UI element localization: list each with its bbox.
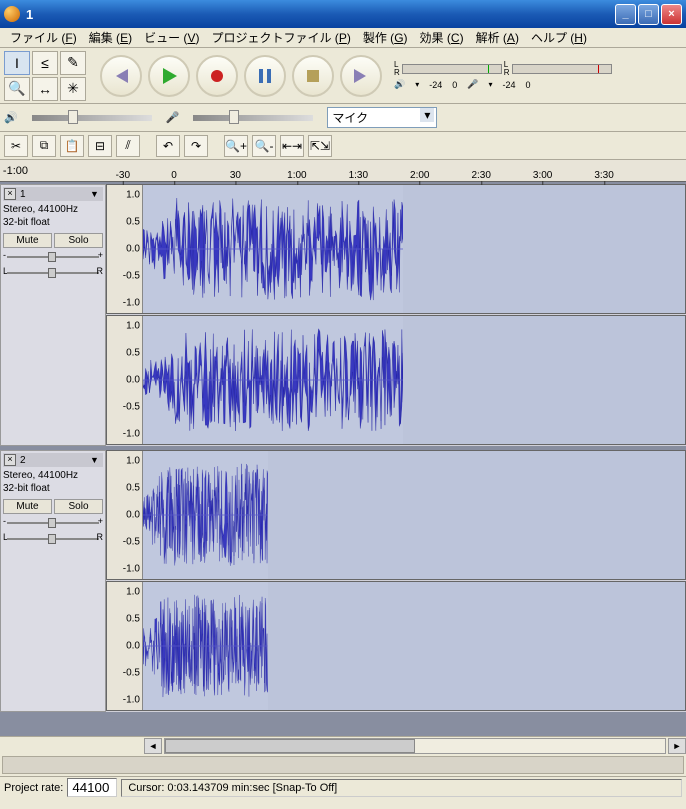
selection-bar[interactable] bbox=[2, 756, 684, 774]
stop-button[interactable] bbox=[292, 55, 334, 97]
titlebar: 1 _ □ × bbox=[0, 0, 686, 28]
channel-right: 1.00.5 0.0-0.5 -1.0 bbox=[106, 581, 686, 711]
track-info: Stereo, 44100Hz 32-bit float bbox=[3, 467, 103, 497]
main-toolbar: I ≤ ✎ 🔍 ↔ ✳ LR LR 🔊 ▾ -24 0 🎤 ▾ -24 0 bbox=[0, 48, 686, 104]
channel-left: 1.00.5 0.0-0.5 -1.0 bbox=[106, 184, 686, 314]
meters: LR LR 🔊 ▾ -24 0 🎤 ▾ -24 0 bbox=[394, 61, 682, 90]
solo-button[interactable]: Solo bbox=[54, 233, 103, 248]
close-button[interactable]: × bbox=[661, 4, 682, 25]
menubar: ファイル (F) 編集 (E) ビュー (V) プロジェクトファイル (P) 製… bbox=[0, 28, 686, 48]
mic-icon: 🎤 bbox=[467, 79, 478, 90]
track-name[interactable]: 2 bbox=[18, 455, 88, 466]
zoom-in-button[interactable]: 🔍+ bbox=[224, 135, 248, 157]
track-row: × 1 ▼ Stereo, 44100Hz 32-bit float Mute … bbox=[0, 184, 686, 446]
menu-project[interactable]: プロジェクトファイル (P) bbox=[205, 27, 356, 48]
waveform-area[interactable] bbox=[143, 582, 685, 710]
fit-selection-button[interactable]: ⇤⇥ bbox=[280, 135, 304, 157]
track-name[interactable]: 1 bbox=[18, 189, 88, 200]
track-row: × 2 ▼ Stereo, 44100Hz 32-bit float Mute … bbox=[0, 450, 686, 712]
track-menu-button[interactable]: ▼ bbox=[90, 455, 102, 465]
draw-tool[interactable]: ✎ bbox=[60, 51, 86, 75]
skip-start-button[interactable] bbox=[100, 55, 142, 97]
record-meter[interactable] bbox=[512, 64, 612, 74]
copy-button[interactable]: ⧉ bbox=[32, 135, 56, 157]
zoom-tool[interactable]: 🔍 bbox=[4, 77, 30, 101]
menu-file[interactable]: ファイル (F) bbox=[4, 27, 83, 48]
track-info: Stereo, 44100Hz 32-bit float bbox=[3, 201, 103, 231]
input-device-select[interactable]: マイク bbox=[327, 107, 437, 128]
selection-tool[interactable]: I bbox=[4, 51, 30, 75]
statusbar: Project rate: Cursor: 0:03.143709 min:se… bbox=[0, 776, 686, 798]
playback-meter[interactable] bbox=[402, 64, 502, 74]
pause-button[interactable] bbox=[244, 55, 286, 97]
play-button[interactable] bbox=[148, 55, 190, 97]
window-title: 1 bbox=[26, 7, 613, 22]
speaker-icon: 🔊 bbox=[4, 111, 18, 124]
vertical-scale[interactable]: 1.00.5 0.0-0.5 -1.0 bbox=[107, 582, 143, 710]
pan-slider[interactable]: L R bbox=[7, 266, 99, 280]
channel-right: 1.00.5 0.0-0.5 -1.0 bbox=[106, 315, 686, 445]
menu-analyze[interactable]: 解析 (A) bbox=[470, 27, 525, 48]
horizontal-scrollbar[interactable]: ◄ ► bbox=[0, 736, 686, 754]
minimize-button[interactable]: _ bbox=[615, 4, 636, 25]
gain-slider[interactable]: - + bbox=[7, 250, 99, 264]
waveform-area[interactable] bbox=[143, 185, 685, 313]
tool-selector: I ≤ ✎ 🔍 ↔ ✳ bbox=[4, 51, 92, 101]
mute-button[interactable]: Mute bbox=[3, 233, 52, 248]
mic-icon: 🎤 bbox=[166, 111, 180, 124]
vertical-scale[interactable]: 1.00.5 0.0-0.5 -1.0 bbox=[107, 185, 143, 313]
track-menu-button[interactable]: ▼ bbox=[90, 189, 102, 199]
vertical-scale[interactable]: 1.00.5 0.0-0.5 -1.0 bbox=[107, 316, 143, 444]
app-icon bbox=[4, 6, 20, 22]
timeshift-tool[interactable]: ↔ bbox=[32, 77, 58, 101]
transport-controls bbox=[100, 55, 382, 97]
edit-toolbar: ✂ ⧉ 📋 ⊟ ⫽ ↶ ↷ 🔍+ 🔍- ⇤⇥ ⇱⇲ bbox=[0, 132, 686, 160]
waveform-area[interactable] bbox=[143, 316, 685, 444]
cut-button[interactable]: ✂ bbox=[4, 135, 28, 157]
solo-button[interactable]: Solo bbox=[54, 499, 103, 514]
zoom-out-button[interactable]: 🔍- bbox=[252, 135, 276, 157]
scroll-left-button[interactable]: ◄ bbox=[144, 738, 162, 754]
mute-button[interactable]: Mute bbox=[3, 499, 52, 514]
paste-button[interactable]: 📋 bbox=[60, 135, 84, 157]
envelope-tool[interactable]: ≤ bbox=[32, 51, 58, 75]
skip-end-button[interactable] bbox=[340, 55, 382, 97]
menu-generate[interactable]: 製作 (G) bbox=[357, 27, 414, 48]
menu-help[interactable]: ヘルプ (H) bbox=[525, 27, 593, 48]
track-close-button[interactable]: × bbox=[4, 454, 16, 466]
track-close-button[interactable]: × bbox=[4, 188, 16, 200]
vertical-scale[interactable]: 1.00.5 0.0-0.5 -1.0 bbox=[107, 451, 143, 579]
menu-effect[interactable]: 効果 (C) bbox=[414, 27, 470, 48]
timeline-ruler[interactable]: -1:00 -30 0 30 1:00 1:30 2:00 2:30 3:00 … bbox=[0, 160, 686, 182]
fit-project-button[interactable]: ⇱⇲ bbox=[308, 135, 332, 157]
undo-button[interactable]: ↶ bbox=[156, 135, 180, 157]
project-rate-input[interactable] bbox=[67, 778, 117, 797]
gain-slider[interactable]: - + bbox=[7, 516, 99, 530]
speaker-icon: 🔊 bbox=[394, 79, 405, 90]
track-area: × 1 ▼ Stereo, 44100Hz 32-bit float Mute … bbox=[0, 182, 686, 736]
output-volume-slider[interactable] bbox=[32, 115, 152, 121]
menu-edit[interactable]: 編集 (E) bbox=[83, 27, 138, 48]
maximize-button[interactable]: □ bbox=[638, 4, 659, 25]
cursor-status: Cursor: 0:03.143709 min:sec [Snap-To Off… bbox=[121, 779, 682, 797]
rate-label: Project rate: bbox=[4, 782, 63, 794]
trim-button[interactable]: ⊟ bbox=[88, 135, 112, 157]
mixer-toolbar: 🔊 🎤 マイク bbox=[0, 104, 686, 132]
redo-button[interactable]: ↷ bbox=[184, 135, 208, 157]
scroll-right-button[interactable]: ► bbox=[668, 738, 686, 754]
channel-left: 1.00.5 0.0-0.5 -1.0 bbox=[106, 450, 686, 580]
menu-view[interactable]: ビュー (V) bbox=[138, 27, 205, 48]
track-panel: × 1 ▼ Stereo, 44100Hz 32-bit float Mute … bbox=[0, 184, 106, 446]
pan-slider[interactable]: L R bbox=[7, 532, 99, 546]
multi-tool[interactable]: ✳ bbox=[60, 77, 86, 101]
record-button[interactable] bbox=[196, 55, 238, 97]
track-panel: × 2 ▼ Stereo, 44100Hz 32-bit float Mute … bbox=[0, 450, 106, 712]
input-volume-slider[interactable] bbox=[193, 115, 313, 121]
waveform-area[interactable] bbox=[143, 451, 685, 579]
silence-button[interactable]: ⫽ bbox=[116, 135, 140, 157]
